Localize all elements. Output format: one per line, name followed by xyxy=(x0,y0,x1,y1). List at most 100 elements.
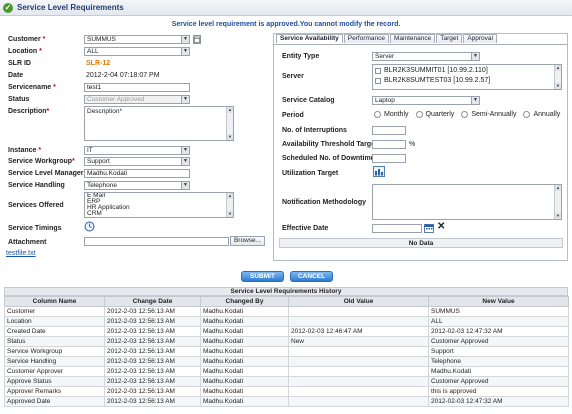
table-cell: 2012-2-03 12:56:13 AM xyxy=(104,306,201,317)
entity-type-select[interactable]: Server ▼ xyxy=(372,52,480,61)
column-header: Column Name xyxy=(4,296,105,307)
table-row: Service Handling 2012-2-03 12:56:13 AM Mad… xyxy=(4,356,569,367)
tab-approval[interactable]: Approval xyxy=(463,34,497,43)
downtime-input[interactable] xyxy=(372,154,406,163)
title-bar: ✓ Service Level Requirements xyxy=(0,0,572,16)
table-row: Location 2012-2-03 12:56:13 AM Madhu.Kodat… xyxy=(4,316,569,327)
column-header: Changed By xyxy=(200,296,289,307)
table-cell xyxy=(288,386,429,397)
list-item[interactable]: BLR2K3SUMMIT01 [10.99.2.110] xyxy=(375,66,559,76)
attachment-input[interactable] xyxy=(84,237,229,246)
description-textarea[interactable]: Description* ▲ ▼ xyxy=(84,106,234,141)
scrollbar[interactable]: ▲ ▼ xyxy=(554,185,561,219)
tab-bar: Service Availability Performance Mainten… xyxy=(276,34,497,44)
radio-semi-annually[interactable] xyxy=(461,111,469,118)
interruptions-label: No. of Interruptions xyxy=(282,127,347,134)
effective-date-input[interactable] xyxy=(372,224,422,233)
table-cell: Status xyxy=(4,336,105,347)
services-offered-list[interactable]: E Mail ERP HR Application CRM ▲ ▼ xyxy=(84,192,234,218)
server-list[interactable]: BLR2K3SUMMIT01 [10.99.2.110] BLR2K8SUMTE… xyxy=(372,64,562,90)
tab-divider xyxy=(274,44,567,45)
table-cell: Madhu.Kodati xyxy=(200,306,289,317)
scrollbar[interactable]: ▲ ▼ xyxy=(226,107,233,140)
browse-button[interactable]: Browse... xyxy=(230,236,265,246)
table-row: Service Workgroup 2012-2-03 12:56:13 AM Ma… xyxy=(4,346,569,357)
radio-annually[interactable] xyxy=(523,111,531,118)
tab-target[interactable]: Target xyxy=(436,34,463,43)
utilization-icon[interactable] xyxy=(373,166,385,179)
service-catalog-select[interactable]: Laptop ▼ xyxy=(372,96,480,105)
table-cell: Created Date xyxy=(4,326,105,337)
location-select[interactable]: ALL ▼ xyxy=(84,47,190,56)
calendar-icon[interactable] xyxy=(424,223,434,235)
customer-select[interactable]: SUMMUS ▼ xyxy=(84,35,190,44)
table-cell: 2012-2-03 12:56:13 AM xyxy=(104,366,201,377)
scrollbar[interactable]: ▲ ▼ xyxy=(554,65,561,89)
service-handling-select[interactable]: Telephone ▼ xyxy=(84,181,190,190)
table-cell: Telephone xyxy=(428,356,569,367)
table-cell xyxy=(288,346,429,357)
radio-monthly[interactable] xyxy=(374,111,381,118)
table-cell: SUMMUS xyxy=(428,306,569,317)
notification-textarea[interactable]: ▲ ▼ xyxy=(372,184,562,220)
table-cell: Madhu.Kodati xyxy=(200,376,289,387)
table-cell xyxy=(288,306,429,317)
history-header-row: Column Name Change Date Changed By Old V… xyxy=(4,296,569,307)
entity-type-label: Entity Type xyxy=(282,53,320,60)
table-cell xyxy=(288,356,429,367)
table-cell: 2012-02-03 12:47:32 AM xyxy=(428,396,569,407)
radio-quarterly[interactable] xyxy=(415,111,423,118)
attachment-label: Attachment xyxy=(8,239,47,246)
threshold-input[interactable] xyxy=(372,140,406,149)
table-cell: Approved Date xyxy=(4,396,105,407)
table-cell: Approve Status xyxy=(4,376,105,387)
checkbox[interactable] xyxy=(375,78,381,84)
tab-performance[interactable]: Performance xyxy=(343,34,389,43)
date-value: 2012-2-04 07:18:07 PM xyxy=(86,72,160,79)
cancel-button[interactable]: CANCEL xyxy=(290,271,333,282)
description-label: Description* xyxy=(8,108,50,115)
table-cell: 2012-2-03 12:56:13 AM xyxy=(104,346,201,357)
table-cell: this is approved xyxy=(428,386,569,397)
slr-id-value: SLR-12 xyxy=(86,60,111,67)
service-workgroup-select[interactable]: Support ▼ xyxy=(84,157,190,166)
table-cell xyxy=(288,376,429,387)
table-row: Customer 2012-2-03 12:56:13 AM Madhu.Kodat… xyxy=(4,306,569,317)
table-cell: Support xyxy=(428,346,569,357)
interruptions-input[interactable] xyxy=(372,126,406,135)
submit-button[interactable]: SUBMIT xyxy=(241,271,284,282)
tab-maintenance[interactable]: Maintenance xyxy=(390,34,436,43)
instance-label: Instance * xyxy=(8,147,42,154)
table-cell: Madhu.Kodati xyxy=(200,346,289,357)
tab-service-availability[interactable]: Service Availability xyxy=(276,34,343,43)
table-cell: 2012-2-03 12:56:13 AM xyxy=(104,316,201,327)
table-row: Status 2012-2-03 12:56:13 AM Madhu.Kodati N… xyxy=(4,336,569,347)
table-row: Approve Status 2012-2-03 12:56:13 AM Madhu… xyxy=(4,376,569,387)
slr-id-label: SLR ID xyxy=(8,60,31,67)
downtime-label: Scheduled No. of Downtime xyxy=(282,155,375,162)
date-label: Date xyxy=(8,72,24,79)
attachment-file-link[interactable]: testfile.txt xyxy=(6,250,36,257)
column-header: Old Value xyxy=(288,296,429,307)
service-level-manager-input[interactable]: Madhu.Kodati xyxy=(84,169,190,178)
table-cell: Approver Remarks xyxy=(4,386,105,397)
column-header: New Value xyxy=(428,296,569,307)
table-cell xyxy=(288,396,429,407)
history-title: Service Level Requirements History xyxy=(4,287,568,296)
table-cell: Location xyxy=(4,316,105,327)
scrollbar[interactable]: ▲ ▼ xyxy=(226,193,233,217)
window-title: Service Level Requirements xyxy=(17,3,124,12)
clock-icon[interactable] xyxy=(84,221,95,234)
checkbox[interactable] xyxy=(375,68,381,74)
list-item[interactable]: CRM xyxy=(87,210,231,217)
table-cell: 2012-2-03 12:56:13 AM xyxy=(104,326,201,337)
servicename-input[interactable]: test1 xyxy=(84,83,190,92)
period-label: Period xyxy=(282,112,304,119)
table-cell: Madhu.Kodati xyxy=(200,336,289,347)
clear-icon[interactable]: ✕ xyxy=(437,222,445,232)
list-item[interactable]: BLR2K8SUMTEST03 [10.99.2.57] xyxy=(375,76,559,86)
service-catalog-label: Service Catalog xyxy=(282,97,335,104)
instance-select[interactable]: IT ▼ xyxy=(84,146,190,155)
calendar-icon[interactable] xyxy=(193,35,201,44)
history-table: Column Name Change Date Changed By Old V… xyxy=(4,296,569,407)
